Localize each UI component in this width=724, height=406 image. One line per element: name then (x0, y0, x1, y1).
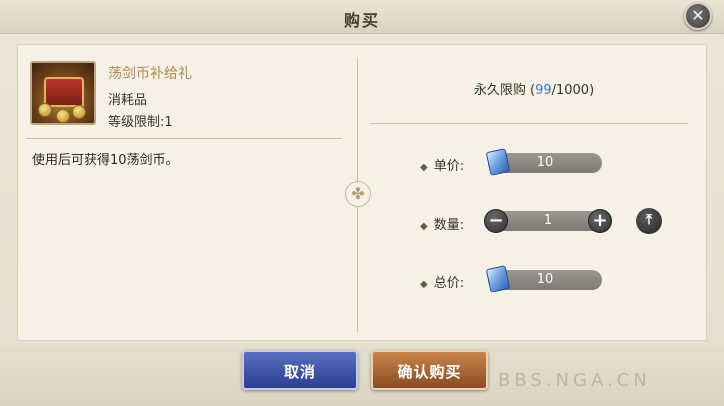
watermark: BBS.NGA.CN (498, 370, 651, 391)
item-name: 荡剑币补给礼 (108, 66, 192, 82)
divider (370, 123, 688, 124)
confirm-purchase-button[interactable]: 确认购买 (371, 350, 488, 390)
dialog-content: 荡剑币补给礼 消耗品 等级限制:1 使用后可获得10荡剑币。 ✤ 永久限购 (9… (17, 44, 707, 341)
treasure-chest-icon (30, 61, 96, 125)
bullet-icon: ◆ (420, 162, 428, 173)
minus-icon[interactable]: − (484, 209, 508, 233)
close-icon[interactable]: ✕ (684, 2, 712, 30)
bullet-icon: ◆ (420, 221, 428, 232)
max-quantity-icon[interactable]: ⤒ (636, 208, 662, 234)
total-price-label: ◆ 总价: (420, 276, 465, 291)
divider (26, 138, 342, 139)
cancel-button[interactable]: 取消 (242, 350, 358, 390)
quantity-label: ◆ 数量: (420, 218, 465, 233)
limit-used: 99 (535, 83, 552, 98)
item-description: 使用后可获得10荡剑币。 (32, 153, 179, 168)
item-type: 消耗品 (108, 93, 148, 108)
purchase-dialog: 购买 ✕ 荡剑币补给礼 消耗品 等级限制:1 使用后可获得10荡剑币。 ✤ 永久… (0, 0, 724, 406)
bullet-icon: ◆ (420, 279, 428, 290)
purchase-limit: 永久限购 (99/1000) (473, 83, 595, 98)
dialog-titlebar: 购买 ✕ (0, 0, 724, 34)
item-level-limit: 等级限制:1 (108, 115, 173, 130)
unit-price-label: ◆ 单价: (420, 159, 465, 174)
dialog-title: 购买 (343, 11, 380, 30)
ornament-icon: ✤ (345, 181, 371, 207)
plus-icon[interactable]: + (588, 209, 612, 233)
